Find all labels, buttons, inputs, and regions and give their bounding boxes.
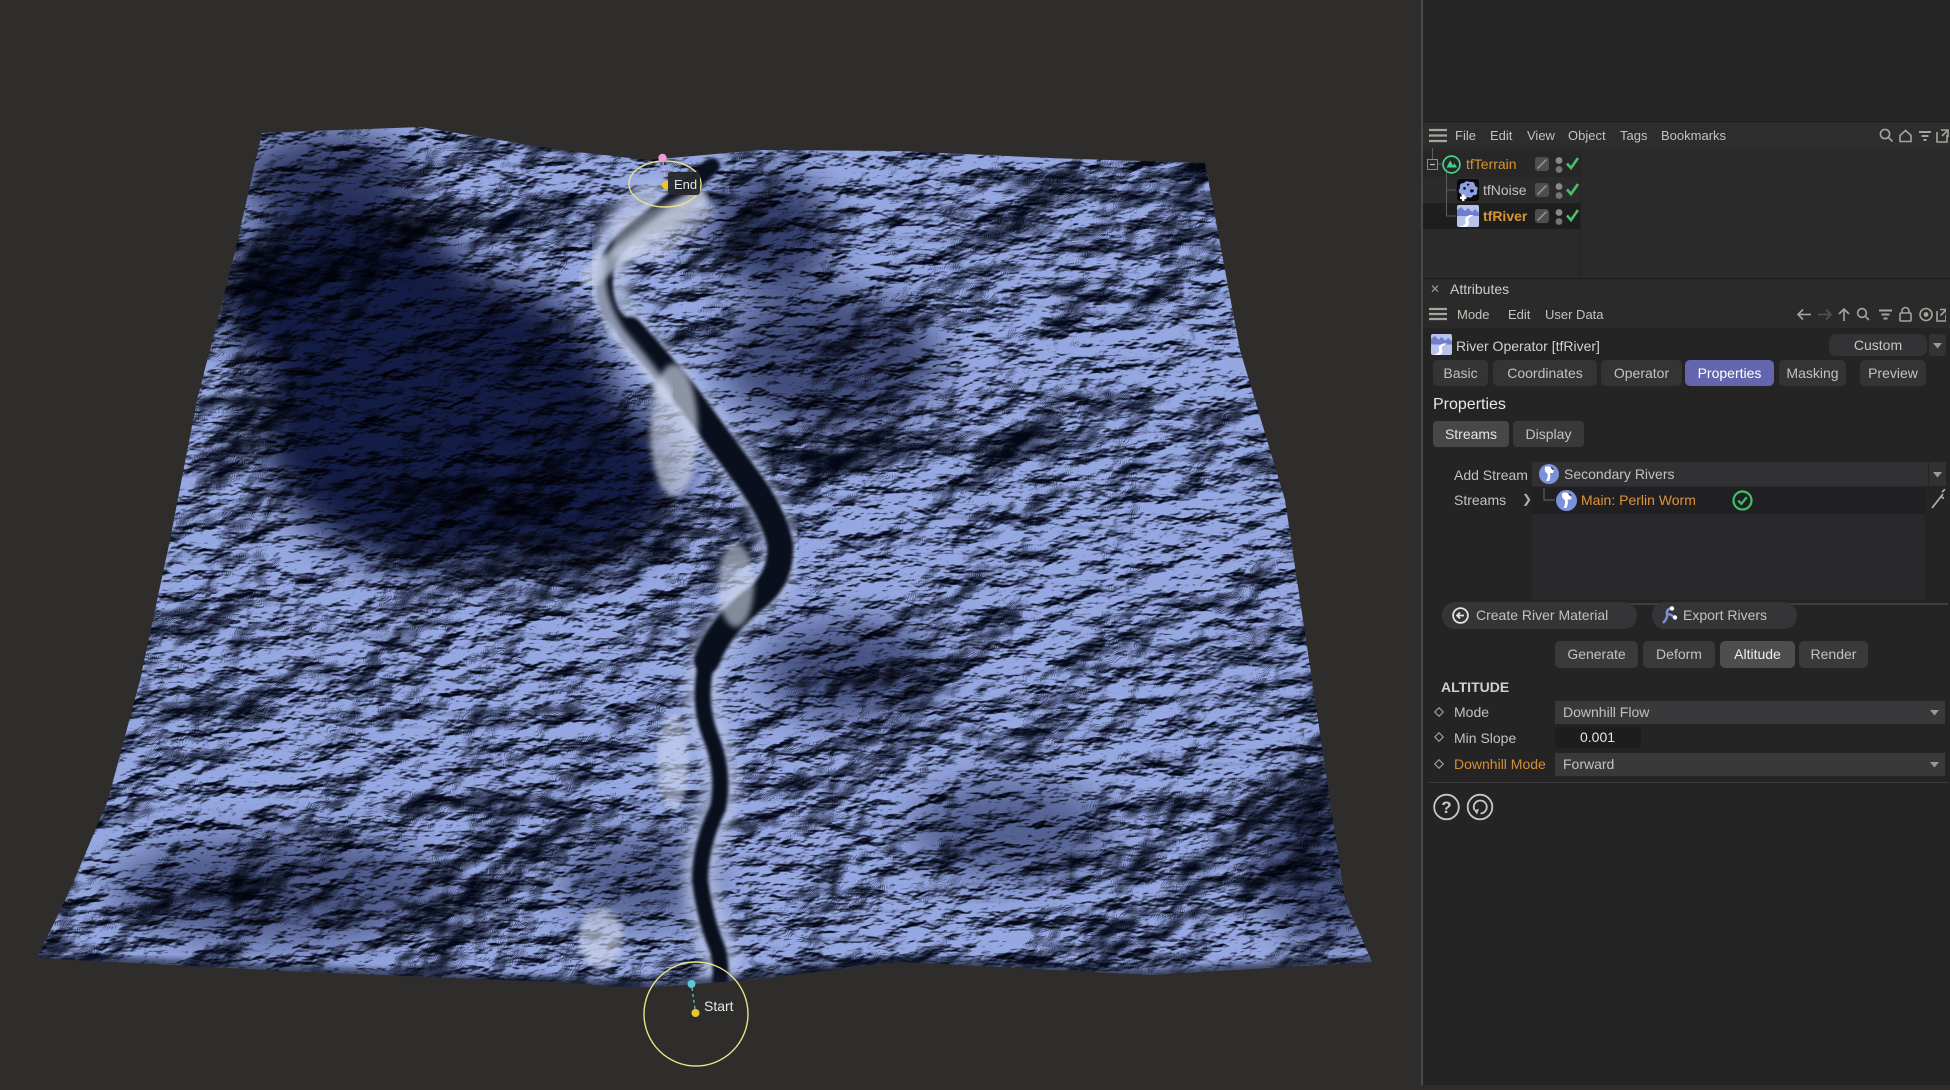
svg-text:Start: Start xyxy=(704,998,734,1014)
svg-text:?: ? xyxy=(1441,798,1451,817)
svg-text:End: End xyxy=(674,177,697,192)
